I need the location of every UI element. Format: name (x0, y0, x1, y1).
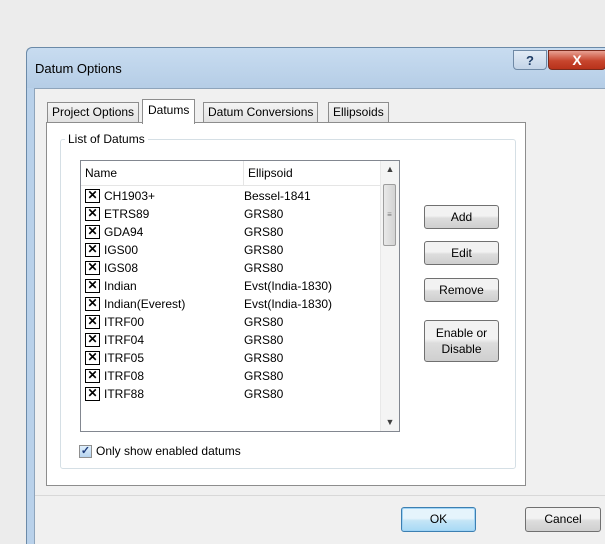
row-checkbox-icon[interactable]: ✕ (85, 279, 100, 293)
datum-name-cell: ITRF88 (104, 387, 145, 401)
datum-options-dialog: Datum Options ? X Project Options Datums… (26, 47, 605, 544)
datum-name-cell: IGS08 (104, 261, 139, 275)
datum-name-cell: ITRF04 (104, 333, 145, 347)
ellipsoid-cell: GRS80 (244, 207, 284, 221)
datum-name-cell: IGS00 (104, 243, 139, 257)
tab-project-options[interactable]: Project Options (47, 102, 140, 122)
datum-name-cell: ITRF08 (104, 369, 145, 383)
datums-list[interactable]: Name Ellipsoid ✕ CH1903+ Bessel-1841 ✕ ETRS8… (80, 160, 400, 432)
row-checkbox-icon[interactable]: ✕ (85, 297, 100, 311)
datum-row[interactable]: ✕ ITRF88 GRS80 (81, 385, 381, 403)
datum-name-cell: CH1903+ (104, 189, 156, 203)
ellipsoid-cell: GRS80 (244, 387, 284, 401)
list-vertical-scrollbar[interactable]: ▲ ≡ ▼ (380, 161, 399, 431)
help-button[interactable]: ? (513, 50, 547, 70)
close-button[interactable]: X (548, 50, 605, 70)
datum-row[interactable]: ✕ Indian Evst(India-1830) (81, 277, 381, 295)
footer-divider (35, 495, 605, 496)
ellipsoid-cell: GRS80 (244, 315, 284, 329)
title-bar[interactable]: Datum Options ? X (27, 48, 605, 88)
row-checkbox-icon[interactable]: ✕ (85, 333, 100, 347)
row-checkbox-icon[interactable]: ✕ (85, 261, 100, 275)
datums-tab-panel: List of Datums Name Ellipsoid ✕ CH1903+ Be… (46, 122, 526, 486)
dialog-title: Datum Options (35, 61, 122, 76)
datum-row[interactable]: ✕ ITRF04 GRS80 (81, 331, 381, 349)
scroll-up-arrow-icon[interactable]: ▲ (381, 161, 399, 178)
row-checkbox-icon[interactable]: ✕ (85, 207, 100, 221)
datum-row[interactable]: ✕ CH1903+ Bessel-1841 (81, 187, 381, 205)
ellipsoid-cell: GRS80 (244, 225, 284, 239)
add-button[interactable]: Add (424, 205, 499, 229)
list-header: Name Ellipsoid (81, 161, 393, 186)
remove-button[interactable]: Remove (424, 278, 499, 302)
row-checkbox-icon[interactable]: ✕ (85, 315, 100, 329)
dialog-client-area: Project Options Datums Datum Conversions… (34, 88, 605, 544)
datum-name-cell: GDA94 (104, 225, 144, 239)
ellipsoid-cell: GRS80 (244, 369, 284, 383)
row-checkbox-icon[interactable]: ✕ (85, 369, 100, 383)
datum-name-cell: Indian (104, 279, 137, 293)
group-legend: List of Datums (65, 132, 148, 146)
tab-datum-conversions[interactable]: Datum Conversions (203, 102, 319, 122)
ellipsoid-cell: GRS80 (244, 333, 284, 347)
datum-row[interactable]: ✕ ETRS89 GRS80 (81, 205, 381, 223)
datum-row[interactable]: ✕ ITRF00 GRS80 (81, 313, 381, 331)
tab-ellipsoids[interactable]: Ellipsoids (328, 102, 389, 122)
enable-disable-button[interactable]: Enable or Disable (424, 320, 499, 362)
enable-disable-line1: Enable or (435, 326, 488, 340)
datum-name-cell: ITRF00 (104, 315, 145, 329)
ellipsoid-cell: GRS80 (244, 261, 284, 275)
column-header-ellipsoid[interactable]: Ellipsoid (244, 161, 393, 185)
ellipsoid-cell: Bessel-1841 (244, 189, 311, 203)
tab-datums[interactable]: Datums (142, 99, 196, 124)
datum-row[interactable]: ✕ ITRF05 GRS80 (81, 349, 381, 367)
row-checkbox-icon[interactable]: ✕ (85, 351, 100, 365)
row-checkbox-icon[interactable]: ✕ (85, 387, 100, 401)
enable-disable-line2: Disable (441, 342, 482, 356)
row-checkbox-icon[interactable]: ✕ (85, 225, 100, 239)
datum-row[interactable]: ✕ IGS00 GRS80 (81, 241, 381, 259)
datum-row[interactable]: ✕ ITRF08 GRS80 (81, 367, 381, 385)
scroll-down-arrow-icon[interactable]: ▼ (381, 414, 399, 431)
ellipsoid-cell: Evst(India-1830) (244, 279, 333, 293)
only-show-enabled-label: Only show enabled datums (96, 444, 241, 458)
row-checkbox-icon[interactable]: ✕ (85, 189, 100, 203)
datum-row[interactable]: ✕ GDA94 GRS80 (81, 223, 381, 241)
checkbox-checked-icon[interactable]: ✓ (79, 445, 92, 458)
column-header-name[interactable]: Name (81, 161, 244, 185)
ellipsoid-cell: GRS80 (244, 351, 284, 365)
ok-button[interactable]: OK (401, 507, 476, 532)
datum-row[interactable]: ✕ IGS08 GRS80 (81, 259, 381, 277)
row-checkbox-icon[interactable]: ✕ (85, 243, 100, 257)
datum-name-cell: Indian(Everest) (104, 297, 186, 311)
datum-name-cell: ETRS89 (104, 207, 150, 221)
ellipsoid-cell: Evst(India-1830) (244, 297, 333, 311)
datum-name-cell: ITRF05 (104, 351, 145, 365)
ellipsoid-cell: GRS80 (244, 243, 284, 257)
scroll-thumb[interactable]: ≡ (383, 184, 396, 246)
list-of-datums-group: List of Datums Name Ellipsoid ✕ CH1903+ Be… (60, 132, 516, 469)
cancel-button[interactable]: Cancel (525, 507, 601, 532)
edit-button[interactable]: Edit (424, 241, 499, 265)
datum-row[interactable]: ✕ Indian(Everest) Evst(India-1830) (81, 295, 381, 313)
